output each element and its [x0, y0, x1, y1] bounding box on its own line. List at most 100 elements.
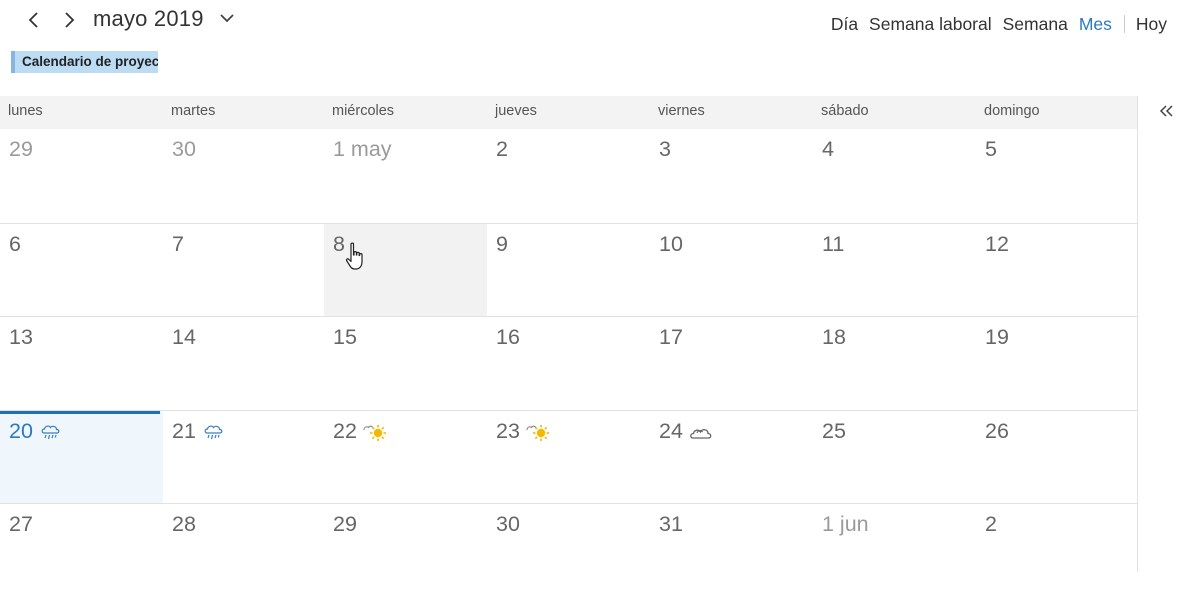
weekday-label: viernes	[658, 103, 705, 119]
day-cell[interactable]: 4	[813, 129, 976, 222]
day-cell[interactable]: 30	[487, 504, 650, 597]
day-cell-today[interactable]: 20	[0, 411, 163, 504]
chevron-left-icon	[28, 12, 38, 28]
partly-sunny-icon	[526, 425, 549, 441]
date-number: 29	[9, 137, 33, 161]
date-number: 23	[496, 419, 520, 443]
date-number: 5	[985, 137, 997, 161]
day-cell[interactable]: 25	[813, 411, 976, 504]
date-number: 15	[333, 325, 357, 349]
today-indicator	[0, 411, 160, 414]
date-number: 7	[172, 232, 184, 256]
day-cell[interactable]: 18	[813, 317, 976, 410]
date-number: 9	[496, 232, 508, 256]
day-cell[interactable]: 17	[650, 317, 813, 410]
day-cell[interactable]: 16	[487, 317, 650, 410]
month-grid: 29 30 1 may 2 3 4 5 6 7 8 9 10 11 12 13 14 15 16 17 18 19 20 2…	[0, 129, 1137, 572]
day-cell[interactable]: 5	[976, 129, 1137, 222]
grid-border	[1137, 96, 1138, 572]
view-month-button[interactable]: Mes	[1079, 14, 1112, 35]
date-number: 1 may	[333, 137, 392, 161]
date-number: 17	[659, 325, 683, 349]
next-month-button[interactable]	[57, 8, 81, 32]
day-cell[interactable]: 30	[163, 129, 326, 222]
day-cell[interactable]: 7	[163, 224, 326, 317]
date-number: 27	[9, 512, 33, 536]
date-number: 4	[822, 137, 834, 161]
today-button[interactable]: Hoy	[1136, 14, 1167, 35]
day-cell[interactable]: 15	[324, 317, 487, 410]
date-number: 20	[9, 419, 33, 443]
day-cell[interactable]: 9	[487, 224, 650, 317]
day-cell[interactable]: 28	[163, 504, 326, 597]
month-picker-button[interactable]	[217, 8, 237, 28]
collapse-pane-button[interactable]	[1157, 101, 1177, 121]
day-cell[interactable]: 1 may	[324, 129, 487, 222]
date-number: 18	[822, 325, 846, 349]
day-cell[interactable]: 31	[650, 504, 813, 597]
day-cell[interactable]: 19	[976, 317, 1137, 410]
rain-icon	[41, 425, 60, 440]
date-number: 1 jun	[822, 512, 869, 536]
cloudy-icon	[690, 429, 712, 439]
weekday-label: martes	[171, 103, 216, 119]
date-number: 14	[172, 325, 196, 349]
partly-sunny-icon	[363, 425, 386, 441]
date-number: 3	[659, 137, 671, 161]
day-cell[interactable]: 29	[324, 504, 487, 597]
weekday-label: miércoles	[332, 103, 395, 119]
weekday-label: sábado	[821, 103, 869, 119]
date-number: 11	[822, 232, 845, 256]
date-number: 19	[985, 325, 1009, 349]
day-cell[interactable]: 14	[163, 317, 326, 410]
rain-icon	[204, 425, 223, 440]
view-workweek-button[interactable]: Semana laboral	[869, 14, 992, 35]
double-chevron-left-icon	[1159, 105, 1173, 117]
date-number: 24	[659, 419, 683, 443]
day-cell[interactable]: 29	[0, 129, 163, 222]
day-cell[interactable]: 27	[0, 504, 163, 597]
date-number: 2	[985, 512, 997, 536]
date-number: 28	[172, 512, 196, 536]
weekday-label: domingo	[984, 103, 1040, 119]
day-cell[interactable]: 1 jun	[813, 504, 976, 597]
day-cell[interactable]: 12	[976, 224, 1137, 317]
date-number: 25	[822, 419, 846, 443]
day-cell[interactable]: 24	[650, 411, 813, 504]
day-cell[interactable]: 3	[650, 129, 813, 222]
previous-month-button[interactable]	[22, 8, 46, 32]
day-cell[interactable]: 26	[976, 411, 1137, 504]
day-cell[interactable]: 2	[976, 504, 1137, 597]
day-cell[interactable]: 6	[0, 224, 163, 317]
date-number: 6	[9, 232, 21, 256]
month-title[interactable]: mayo 2019	[93, 6, 204, 32]
date-number: 29	[333, 512, 357, 536]
divider	[1123, 15, 1125, 33]
weekday-label: lunes	[8, 103, 43, 119]
date-number: 2	[496, 137, 508, 161]
date-number: 30	[496, 512, 520, 536]
day-cell[interactable]: 13	[0, 317, 163, 410]
day-cell[interactable]: 10	[650, 224, 813, 317]
calendar-tag[interactable]: Calendario de proyectos	[11, 51, 158, 73]
chevron-right-icon	[65, 12, 75, 28]
date-number: 21	[172, 419, 196, 443]
date-number: 31	[659, 512, 683, 536]
weekday-header-row: lunes martes miércoles jueves viernes sábado d…	[0, 96, 1137, 129]
view-week-button[interactable]: Semana	[1003, 14, 1068, 35]
date-number: 26	[985, 419, 1009, 443]
hand-cursor-icon	[345, 242, 363, 270]
view-day-button[interactable]: Día	[831, 14, 858, 35]
date-number: 12	[985, 232, 1009, 256]
date-number: 13	[9, 325, 33, 349]
day-cell[interactable]: 22	[324, 411, 487, 504]
day-cell[interactable]: 2	[487, 129, 650, 222]
weekday-label: jueves	[495, 103, 537, 119]
day-cell[interactable]: 11	[813, 224, 976, 317]
view-switcher: Día Semana laboral Semana Mes Hoy	[820, 12, 1167, 36]
date-number: 10	[659, 232, 683, 256]
date-number: 22	[333, 419, 357, 443]
day-cell[interactable]: 23	[487, 411, 650, 504]
date-number: 30	[172, 137, 196, 161]
day-cell[interactable]: 21	[163, 411, 326, 504]
